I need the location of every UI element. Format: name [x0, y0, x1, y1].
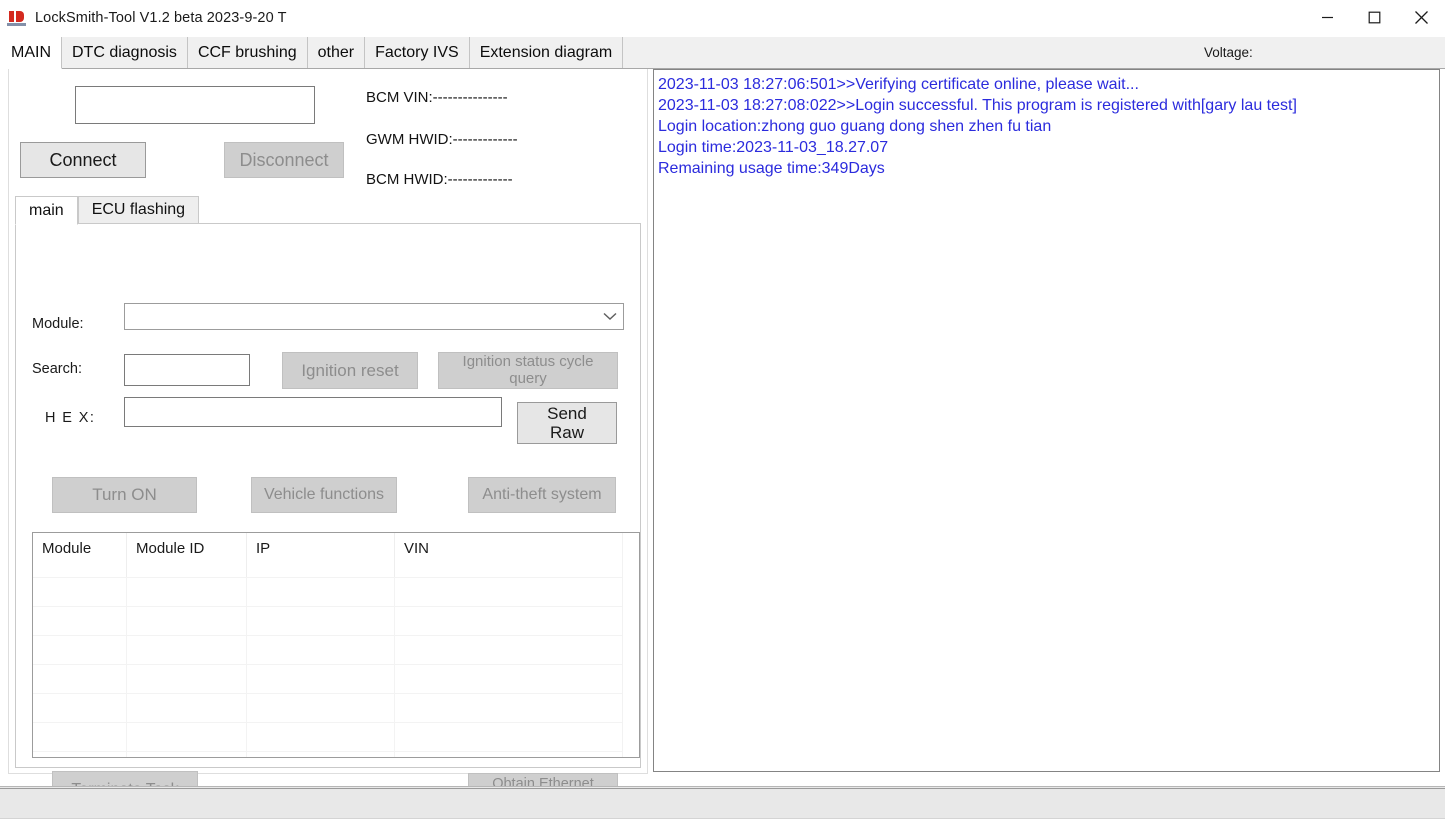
chevron-down-icon [603, 312, 617, 321]
table-cell [127, 665, 247, 694]
table-cell [33, 723, 127, 752]
table-cell [33, 607, 127, 636]
ignition-status-cycle-query-button: Ignition status cycle query [438, 352, 618, 389]
table-cell [127, 723, 247, 752]
tab-other[interactable]: other [308, 37, 365, 68]
table-cell [33, 636, 127, 665]
table-cell [247, 723, 395, 752]
status-bar [0, 786, 1445, 819]
table-row[interactable] [33, 664, 639, 693]
table-cell [33, 578, 127, 607]
inner-tab-content: Module: Search: Ignition reset Ignition … [15, 223, 641, 768]
table-cell [247, 665, 395, 694]
log-line: 2023-11-03 18:27:06:501>>Verifying certi… [658, 74, 1435, 95]
send-raw-line2: Raw [550, 423, 584, 442]
column-header-module-id: Module ID [127, 533, 247, 577]
column-header-vin: VIN [395, 533, 623, 577]
table-row[interactable] [33, 722, 639, 751]
table-cell [395, 607, 623, 636]
tab-ccf-brushing[interactable]: CCF brushing [188, 37, 308, 68]
tab-extension-diagram[interactable]: Extension diagram [470, 37, 624, 68]
gwm-hwid-label: GWM HWID:------------- [366, 131, 518, 148]
content-area: Connect Disconnect BCM VIN:-------------… [0, 69, 1445, 783]
log-output-panel[interactable]: 2023-11-03 18:27:06:501>>Verifying certi… [653, 69, 1440, 772]
app-logo-icon [7, 8, 27, 28]
hex-input[interactable] [124, 397, 502, 427]
turn-on-button: Turn ON [52, 477, 197, 513]
search-label: Search: [32, 361, 82, 377]
window-controls [1304, 0, 1445, 35]
table-cell [127, 752, 247, 758]
module-label: Module: [32, 316, 84, 332]
table-row[interactable] [33, 606, 639, 635]
table-cell [247, 607, 395, 636]
main-panel: Connect Disconnect BCM VIN:-------------… [8, 69, 648, 774]
vehicle-functions-button: Vehicle functions [251, 477, 397, 513]
table-cell [247, 578, 395, 607]
table-cell [395, 578, 623, 607]
table-row[interactable] [33, 751, 639, 758]
table-row[interactable] [33, 635, 639, 664]
table-vertical-scrollbar[interactable] [622, 533, 639, 757]
table-cell [395, 665, 623, 694]
table-cell [33, 694, 127, 723]
serial-number-input[interactable] [75, 86, 315, 124]
connect-button[interactable]: Connect [20, 142, 146, 178]
table-cell [127, 694, 247, 723]
table-cell [395, 752, 623, 758]
minimize-icon[interactable] [1304, 0, 1351, 35]
log-line: Login location:zhong guo guang dong shen… [658, 116, 1435, 137]
table-cell [127, 578, 247, 607]
search-input[interactable] [124, 354, 250, 386]
tab-dtc-diagnosis[interactable]: DTC diagnosis [62, 37, 188, 68]
table-cell [395, 636, 623, 665]
log-line: Remaining usage time:349Days [658, 158, 1435, 179]
voltage-label: Voltage: [1204, 45, 1253, 60]
table-cell [247, 752, 395, 758]
tab-factory-ivs[interactable]: Factory IVS [365, 37, 470, 68]
log-line: Login time:2023-11-03_18.27.07 [658, 137, 1435, 158]
hex-label: H E X: [45, 410, 95, 426]
disconnect-button: Disconnect [224, 142, 344, 178]
ignition-reset-button: Ignition reset [282, 352, 418, 389]
tab-main[interactable]: MAIN [0, 37, 62, 69]
module-select[interactable] [124, 303, 624, 330]
send-raw-line1: Send [547, 404, 587, 423]
table-cell [33, 665, 127, 694]
status-bar-divider [0, 788, 1445, 789]
maximize-icon[interactable] [1351, 0, 1398, 35]
inner-tab-main[interactable]: main [15, 196, 78, 225]
table-cell [127, 636, 247, 665]
send-raw-button[interactable]: Send Raw [517, 402, 617, 444]
title-bar: LockSmith-Tool V1.2 beta 2023-9-20 T [0, 0, 1445, 35]
table-header-row: Module Module ID IP VIN [33, 533, 639, 577]
column-header-module: Module [33, 533, 127, 577]
inner-tab-ecu-flashing[interactable]: ECU flashing [78, 196, 199, 224]
table-cell [33, 752, 127, 758]
table-row[interactable] [33, 577, 639, 606]
anti-theft-system-button: Anti-theft system [468, 477, 616, 513]
table-cell [247, 694, 395, 723]
table-body [33, 577, 639, 757]
column-header-ip: IP [247, 533, 395, 577]
bcm-vin-label: BCM VIN:--------------- [366, 89, 508, 106]
table-cell [395, 723, 623, 752]
module-table[interactable]: Module Module ID IP VIN [32, 532, 640, 758]
inner-tab-bar: main ECU flashing [15, 196, 641, 224]
table-cell [395, 694, 623, 723]
log-line: 2023-11-03 18:27:08:022>>Login successfu… [658, 95, 1435, 116]
table-cell [127, 607, 247, 636]
bcm-hwid-label: BCM HWID:------------- [366, 171, 513, 188]
close-icon[interactable] [1398, 0, 1445, 35]
table-row[interactable] [33, 693, 639, 722]
window-title: LockSmith-Tool V1.2 beta 2023-9-20 T [35, 10, 287, 26]
table-cell [247, 636, 395, 665]
